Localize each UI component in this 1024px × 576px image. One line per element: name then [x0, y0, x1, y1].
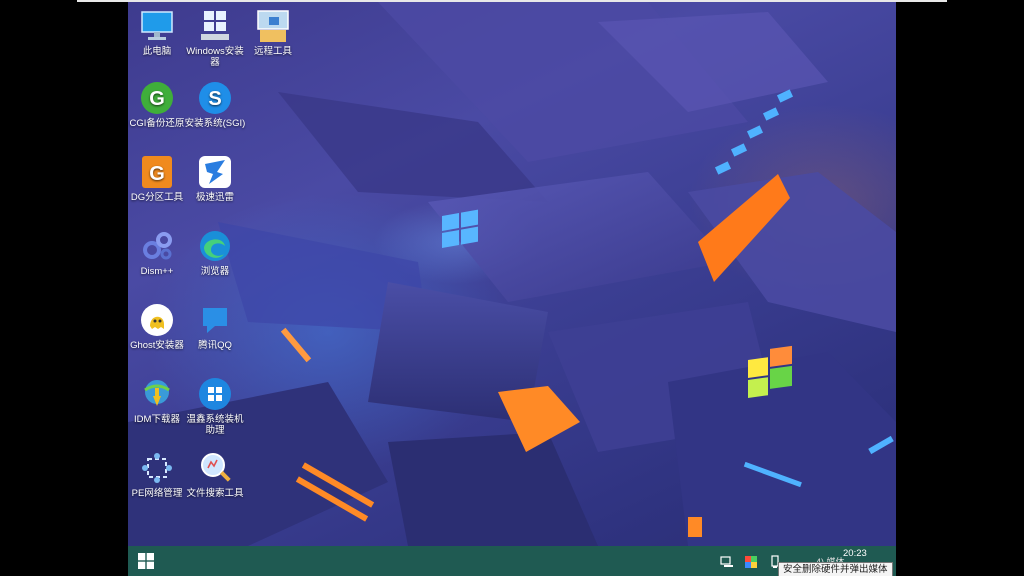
desktop-icon-file-search[interactable]: 文件搜索工具	[183, 450, 247, 499]
icon-label: 此电脑	[142, 46, 172, 57]
icon-label: CGI备份还原	[129, 118, 185, 129]
icon-label: Windows安装器	[186, 46, 244, 68]
desktop-icon-dism[interactable]: Dism++	[128, 228, 189, 277]
desktop-icon-diskgenius[interactable]: G DG分区工具	[128, 154, 189, 203]
icon-label: IDM下载器	[134, 414, 180, 425]
qq-icon	[197, 302, 233, 338]
windows-start-icon	[138, 553, 154, 569]
desktop-screen: 此电脑 Windows安装器 远程工具 G CGI备份还原 S 安装系统(SGI…	[128, 2, 896, 576]
desktop-icon-remote-tool[interactable]: 远程工具	[241, 8, 305, 57]
icon-label: DG分区工具	[130, 192, 184, 203]
icon-label: Ghost安装器	[130, 340, 184, 351]
icon-label: 腾讯QQ	[198, 340, 232, 351]
desktop-icon-sgi-install[interactable]: S 安装系统(SGI)	[183, 80, 247, 129]
tooltip: 安全删除硬件并弹出媒体	[778, 562, 893, 576]
ghost-installer-icon	[139, 302, 175, 338]
clock[interactable]: 20:23	[843, 548, 867, 559]
icon-label: 远程工具	[253, 46, 292, 57]
svg-text:G: G	[149, 88, 165, 110]
icon-label: 文件搜索工具	[186, 488, 244, 499]
thunder-icon	[197, 154, 233, 190]
taskbar: 4) 媒体 20:23 安全删除硬件并弹出媒体	[128, 546, 896, 576]
svg-text:S: S	[208, 88, 221, 110]
computer-icon	[139, 8, 175, 44]
desktop-icon-windows-installer[interactable]: Windows安装器	[183, 8, 247, 68]
icon-label: 浏览器	[200, 266, 230, 277]
desktop-icon-edge-browser[interactable]: 浏览器	[183, 228, 247, 277]
install-assistant-icon	[197, 376, 233, 412]
icon-label: 温鑫系统装机助理	[186, 414, 244, 436]
desktop-icon-computer[interactable]: 此电脑	[128, 8, 189, 57]
edge-browser-icon	[197, 228, 233, 264]
icon-label: 安装系统(SGI)	[184, 118, 246, 129]
desktop-icon-ghost-installer[interactable]: Ghost安装器	[128, 302, 189, 351]
desktop-icon-install-assistant[interactable]: 温鑫系统装机助理	[183, 376, 247, 436]
desktop-icon-network-manager[interactable]: PE网络管理	[128, 450, 189, 499]
desktop-icon-qq[interactable]: 腾讯QQ	[183, 302, 247, 351]
network-manager-icon	[139, 450, 175, 486]
sgi-install-icon: S	[197, 80, 233, 116]
icon-label: PE网络管理	[131, 488, 183, 499]
svg-text:G: G	[149, 163, 165, 185]
display-tray-icon[interactable]	[744, 554, 758, 568]
desktop-icon-idm[interactable]: IDM下载器	[128, 376, 189, 425]
windows-installer-icon	[197, 8, 233, 44]
cgi-backup-icon: G	[139, 80, 175, 116]
icon-label: Dism++	[140, 266, 174, 277]
file-search-icon	[197, 450, 233, 486]
idm-downloader-icon	[139, 376, 175, 412]
icon-label: 极速迅雷	[195, 192, 234, 203]
dism-icon	[139, 228, 175, 264]
start-button[interactable]	[138, 553, 154, 569]
diskgenius-icon: G	[139, 154, 175, 190]
desktop-icon-thunder[interactable]: 极速迅雷	[183, 154, 247, 203]
network-tray-icon[interactable]	[720, 554, 734, 568]
remote-tool-icon	[255, 8, 291, 44]
desktop-icon-cgi-backup[interactable]: G CGI备份还原	[128, 80, 189, 129]
